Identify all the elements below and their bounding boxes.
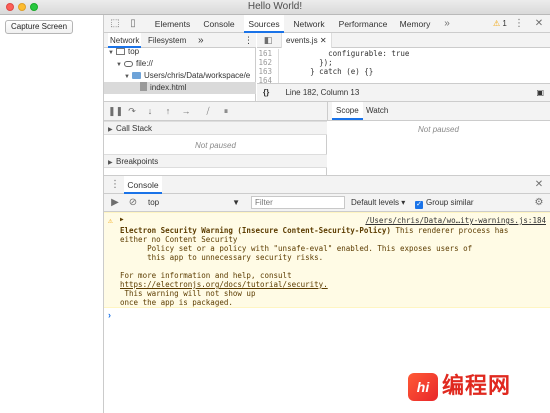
expand-caret-icon[interactable]: ▶	[120, 216, 124, 223]
breakpoints-header[interactable]: ▶ Breakpoints	[104, 154, 327, 168]
warning-text-line: once the app is packaged.	[120, 298, 233, 307]
pretty-print-button[interactable]: {}	[257, 88, 275, 97]
watermark-logo: hi	[408, 373, 438, 401]
deactivate-breakpoints-icon[interactable]: ⧸	[202, 105, 214, 117]
kebab-menu-icon[interactable]: ⋮	[512, 15, 526, 33]
editor-tabbar: ◧ events.js ✕	[257, 33, 550, 48]
tab-memory[interactable]: Memory	[396, 15, 434, 33]
tab-scope[interactable]: Scope	[332, 102, 363, 120]
log-levels-dropdown[interactable]: Default levels ▾	[351, 196, 405, 209]
warning-count: 1	[502, 19, 507, 28]
tab-console-drawer[interactable]: Console	[124, 176, 162, 194]
sources-navigator: Network Filesystem » ⋮ ▼ top ▼ file:// ▼ Us…	[104, 33, 256, 101]
warning-text-line: this app to unnecessary security risks.	[120, 253, 324, 262]
expand-caret-icon: ▼	[116, 62, 122, 68]
code-line: 162 });	[258, 58, 333, 67]
expand-caret-icon: ▼	[108, 50, 114, 56]
scope-status: Not paused	[418, 125, 459, 134]
editor-statusbar: {} Line 182, Column 13 ▣	[257, 83, 550, 101]
watermark-text: 编程网	[442, 374, 512, 399]
scope-pane: Not paused	[327, 121, 550, 175]
editor-tab-events-js[interactable]: events.js ✕	[281, 33, 332, 48]
tree-item-origin[interactable]: ▼ file://	[104, 58, 256, 70]
code-area[interactable]: 161 configurable: true 162 }); 163 } cat…	[257, 49, 550, 83]
warning-icon: ⚠	[493, 19, 501, 28]
close-tab-icon[interactable]: ✕	[320, 36, 327, 45]
devtools-main-tabbar: ⬚ ▯ Elements Console Sources Network Per…	[104, 15, 550, 33]
console-prompt[interactable]: ›	[108, 310, 111, 320]
tree-item-index-html[interactable]: index.html	[104, 82, 256, 94]
tab-sources[interactable]: Sources	[244, 15, 284, 33]
folder-icon	[132, 72, 141, 79]
expand-caret-icon: ▶	[108, 160, 113, 166]
more-tabs-icon[interactable]: »	[440, 15, 454, 33]
call-stack-status: Not paused	[195, 141, 236, 150]
cloud-icon	[124, 61, 133, 67]
warning-source-link[interactable]: /Users/chris/Data/wo…ity-warnings.js:184	[365, 216, 546, 225]
clear-console-icon[interactable]: ⊘	[126, 194, 140, 212]
tree-item-top[interactable]: ▼ top	[104, 46, 256, 58]
device-toolbar-icon[interactable]: ▯	[126, 15, 140, 33]
security-docs-link[interactable]: https://electronjs.org/docs/tutorial/sec…	[120, 280, 328, 289]
warning-text-line: Policy set or a policy with "unsafe-eval…	[120, 244, 473, 253]
console-settings-gear-icon[interactable]: ⚙	[532, 194, 546, 212]
group-similar-checkbox[interactable]: ✓ Group similar	[415, 196, 474, 209]
pause-icon[interactable]: ❚❚	[108, 105, 123, 117]
warning-text-line: This warning will not show up	[120, 289, 256, 298]
console-toolbar: ▶ ⊘ top▼ Default levels ▾ ✓Group similar…	[104, 194, 550, 212]
chevron-down-icon: ▼	[232, 198, 240, 207]
scope-tabbar: Scope Watch	[327, 102, 550, 120]
close-drawer-icon[interactable]: ✕	[532, 176, 546, 194]
pause-on-exceptions-icon[interactable]: ⏸	[220, 105, 232, 117]
warning-text-line: Electron Security Warning (Insecure Cont…	[120, 226, 509, 235]
code-editor: ◧ events.js ✕ 161 configurable: true 162…	[257, 33, 550, 101]
tab-performance[interactable]: Performance	[334, 15, 392, 33]
console-sidebar-icon[interactable]: ▶	[108, 194, 122, 212]
close-devtools-icon[interactable]: ✕	[532, 15, 546, 33]
frame-icon	[116, 48, 125, 55]
debugger-toolbar: ❚❚ ↷ ↓ ↑ → ⧸ ⏸ Scope Watch	[104, 101, 550, 121]
step-over-icon[interactable]: ↷	[126, 105, 138, 117]
tab-network[interactable]: Network	[288, 15, 330, 33]
warning-icon: ⚠	[108, 216, 113, 225]
warning-text-line: either no Content Security	[120, 235, 238, 244]
watermark: hi 编程网	[408, 371, 548, 403]
devtools-panel: ⬚ ▯ Elements Console Sources Network Per…	[104, 15, 550, 413]
capture-screen-button[interactable]: Capture Screen	[5, 20, 73, 34]
window-title: Hello World!	[247, 1, 303, 12]
drawer-tabbar: ⋮ Console ✕	[104, 176, 550, 194]
tree-item-folder[interactable]: ▼ Users/chris/Data/workspace/e	[104, 70, 256, 82]
warning-text-line: For more information and help, consult	[120, 271, 292, 280]
inspect-element-icon[interactable]: ⬚	[108, 15, 122, 33]
call-stack-header[interactable]: ▶ Call Stack	[104, 121, 327, 135]
checkmark-icon: ✓	[415, 201, 423, 209]
code-line: 161 configurable: true	[258, 49, 410, 58]
drawer-menu-icon[interactable]: ⋮	[108, 176, 122, 194]
step-out-icon[interactable]: ↑	[162, 105, 174, 117]
step-into-icon[interactable]: ↓	[144, 105, 156, 117]
code-line: 164	[257, 76, 550, 83]
code-line: 163 } catch (e) {}	[258, 67, 374, 76]
tab-console[interactable]: Console	[198, 15, 240, 33]
expand-caret-icon: ▶	[108, 127, 113, 133]
coverage-icon[interactable]: ▣	[536, 84, 544, 101]
app-content: Capture Screen	[0, 15, 104, 413]
window-titlebar: Hello World!	[0, 0, 550, 15]
expand-caret-icon: ▼	[124, 74, 130, 80]
debugger-sidebar: ▶ Call Stack Not paused ▶ Breakpoints	[104, 121, 327, 175]
toggle-navigator-icon[interactable]: ◧	[261, 33, 275, 48]
step-icon[interactable]: →	[180, 105, 192, 117]
warning-counter[interactable]: ⚠ 1	[493, 15, 507, 33]
tab-elements[interactable]: Elements	[150, 15, 195, 33]
cursor-position: Line 182, Column 13	[285, 88, 360, 97]
console-warning-message[interactable]: ⚠ ▶ /Users/chris/Data/wo…ity-warnings.js…	[104, 212, 550, 308]
tab-watch[interactable]: Watch	[362, 102, 392, 120]
file-icon	[140, 82, 147, 91]
context-selector[interactable]: top ▼	[148, 196, 244, 209]
console-filter-input[interactable]	[251, 196, 345, 209]
